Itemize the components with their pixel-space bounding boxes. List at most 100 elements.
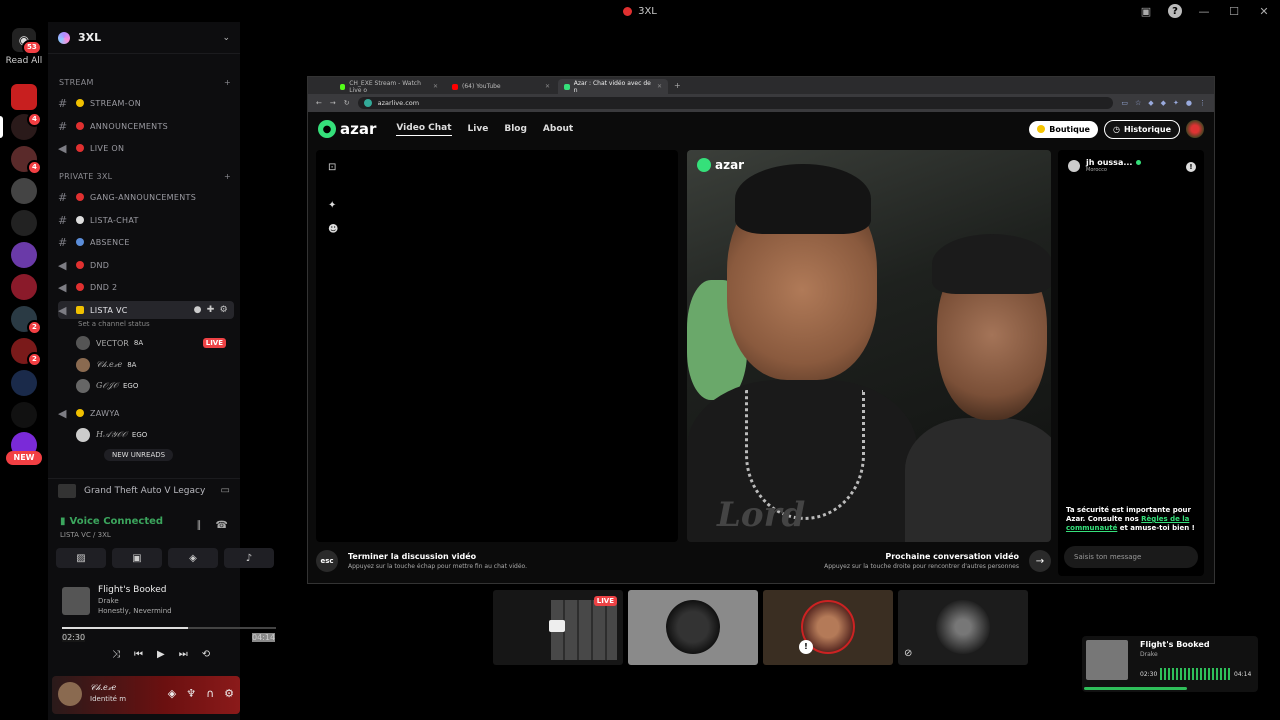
minimize-button[interactable]: — (1196, 3, 1212, 19)
camera-off-icon[interactable]: ▨ (56, 548, 106, 568)
category-private[interactable]: PRIVATE 3XL + (59, 172, 231, 181)
message-input[interactable]: Saisis ton message (1064, 546, 1198, 568)
voice-status[interactable]: ▮ Voice Connected (60, 516, 163, 527)
help-icon[interactable]: ? (1168, 4, 1182, 18)
guild-header[interactable]: 3XL ⌄ (48, 22, 240, 54)
inbox-icon[interactable]: ▣ (1138, 3, 1154, 19)
back-icon[interactable]: ← (316, 99, 322, 107)
invite-icon[interactable]: ✚ (207, 305, 215, 315)
add-channel-icon[interactable]: + (224, 172, 231, 181)
reload-icon[interactable]: ↻ (344, 99, 350, 107)
headphones-icon[interactable]: ∩ (206, 687, 214, 700)
cast-icon[interactable]: ▭ (1121, 99, 1128, 107)
channel-lista-chat[interactable]: # LISTA-CHAT (58, 211, 234, 229)
esc-button[interactable]: esc (316, 550, 338, 572)
participant-tile[interactable]: ! (763, 590, 893, 665)
voice-user[interactable]: VECTOR 8A LIVE (76, 334, 234, 352)
server-icon[interactable] (11, 210, 37, 236)
close-tab-icon[interactable]: ✕ (433, 83, 438, 90)
channel-zawya[interactable]: ◀ ZAWYA (58, 404, 234, 422)
channel-stream-on[interactable]: # STREAM-ON (58, 94, 234, 112)
boutique-button[interactable]: Boutique (1029, 120, 1098, 138)
extension-icon[interactable]: ◆ (1161, 99, 1166, 107)
soundboard-button[interactable]: ♪ (224, 548, 274, 568)
activity-button[interactable]: ◈ (168, 548, 218, 568)
puzzle-icon[interactable]: ✦ (1173, 99, 1179, 107)
voice-user[interactable]: 𝐺𝒪𝒥𝒪 EGO (76, 377, 234, 395)
close-tab-icon[interactable]: ✕ (545, 83, 550, 90)
screen-share-button[interactable]: ▣ (112, 548, 162, 568)
profile-avatar[interactable] (1186, 120, 1204, 138)
peer-info[interactable]: jh oussa... Morocco (1068, 158, 1142, 173)
profile-icon[interactable]: ● (1186, 99, 1192, 107)
mask-icon[interactable]: ☻ (328, 224, 340, 236)
nav-blog[interactable]: Blog (504, 124, 527, 134)
voice-user[interactable]: 𝐻𝒜𝒴𝒪𝒪 EGO (76, 426, 234, 444)
screen-share-icon[interactable]: ▭ (221, 485, 230, 496)
mini-player[interactable]: Flight's Booked Drake 02:30 04:14 (1082, 636, 1258, 692)
channel-dnd[interactable]: ◀ DND (58, 256, 234, 274)
channel-dnd-2[interactable]: ◀ DND 2 (58, 278, 234, 296)
extension-icon[interactable]: ◆ (1148, 99, 1153, 107)
address-bar[interactable]: azarlive.com (357, 97, 1114, 109)
progress-bar[interactable] (1084, 687, 1188, 690)
participant-tile[interactable]: ⊘ (898, 590, 1028, 665)
category-stream[interactable]: STREAM + (59, 78, 231, 87)
nav-video-chat[interactable]: Video Chat (396, 123, 452, 136)
next-call[interactable]: Prochaine conversation vidéo Appuyez sur… (824, 552, 1019, 570)
next-icon[interactable]: ⏭ (179, 649, 188, 660)
site-info-icon[interactable] (363, 99, 372, 107)
nav-live[interactable]: Live (468, 124, 489, 134)
new-servers-badge[interactable]: NEW (6, 451, 42, 465)
settings-icon[interactable]: ⊡ (328, 162, 340, 174)
channel-lista-vc[interactable]: ◀ LISTA VC ● ✚ ⚙ (58, 301, 234, 319)
new-tab-button[interactable]: + (674, 81, 681, 90)
user-name[interactable]: 𝒞𝒽.𝑒𝓍𝑒 (90, 683, 116, 693)
channel-live-on[interactable]: ◀ LIVE ON (58, 139, 234, 157)
gear-icon[interactable]: ⚙ (224, 687, 234, 700)
nav-about[interactable]: About (543, 124, 573, 134)
server-icon[interactable] (11, 402, 37, 428)
server-icon[interactable] (11, 178, 37, 204)
server-icon[interactable] (11, 242, 37, 268)
previous-icon[interactable]: ⏮ (134, 649, 143, 660)
repeat-icon[interactable]: ⟲ (202, 649, 210, 660)
azar-logo[interactable]: ● azar (318, 120, 376, 138)
chat-icon[interactable]: ● (194, 305, 202, 315)
maximize-button[interactable]: ☐ (1226, 3, 1242, 19)
menu-icon[interactable]: ⋮ (1199, 99, 1206, 107)
gear-icon[interactable]: ⚙ (220, 305, 228, 315)
server-icon[interactable] (11, 274, 37, 300)
user-avatar[interactable] (58, 682, 82, 706)
microphone-icon[interactable]: ♆ (186, 687, 196, 700)
shuffle-icon[interactable]: ⤨ (112, 649, 120, 660)
tab-youtube[interactable]: (64) YouTube ✕ (446, 79, 556, 94)
next-arrow-button[interactable]: → (1029, 550, 1051, 572)
channel-announcements[interactable]: # ANNOUNCEMENTS (58, 117, 234, 135)
progress-bar[interactable] (62, 627, 276, 629)
report-icon[interactable]: ! (1186, 162, 1196, 172)
voice-user[interactable]: 𝒞𝒽.𝑒𝓍𝑒 8A (76, 356, 234, 374)
server-icon[interactable] (11, 370, 37, 396)
close-tab-icon[interactable]: ✕ (657, 83, 662, 90)
end-call[interactable]: Terminer la discussion vidéo Appuyez sur… (348, 552, 527, 570)
read-all-button[interactable]: Read All (2, 56, 46, 66)
channel-absence[interactable]: # ABSENCE (58, 233, 234, 251)
channel-status-hint[interactable]: Set a channel status (78, 320, 150, 328)
tab-azar[interactable]: Azar : Chat vidéo avec de n ✕ (558, 79, 668, 94)
activity-bar[interactable]: Grand Theft Auto V Legacy ▭ (48, 478, 240, 502)
tab-kick[interactable]: CH_EXE Stream - Watch Live o ✕ (334, 79, 444, 94)
new-unreads-button[interactable]: NEW UNREADS (104, 449, 174, 461)
close-button[interactable]: ✕ (1256, 3, 1272, 19)
noise-suppression-icon[interactable]: ∥ (197, 520, 202, 531)
disconnect-icon[interactable]: ☎ (216, 520, 228, 531)
play-icon[interactable]: ▶ (157, 649, 165, 660)
channel-gang-announcements[interactable]: # GANG-ANNOUNCEMENTS (58, 188, 234, 206)
voice-channel[interactable]: LISTA VC / 3XL (60, 531, 111, 539)
historique-button[interactable]: ◷ Historique (1103, 119, 1180, 139)
gamepad-icon[interactable]: ◈ (168, 687, 176, 700)
effects-icon[interactable]: ✦ (328, 200, 340, 212)
stream-tile[interactable]: LIVE (493, 590, 623, 665)
server-icon[interactable] (11, 84, 37, 110)
forward-icon[interactable]: → (330, 99, 336, 107)
